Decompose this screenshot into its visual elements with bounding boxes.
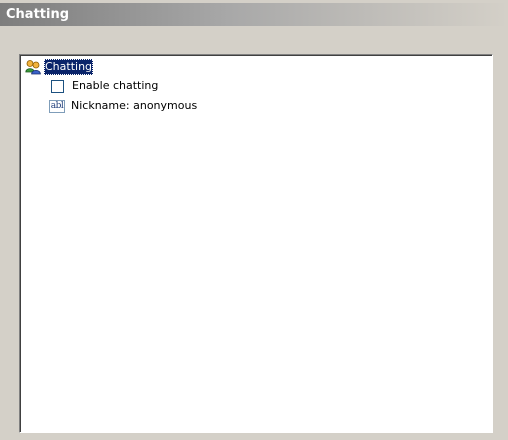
tree-root-label[interactable]: Chatting	[44, 59, 94, 75]
nickname-label[interactable]: Nickname: anonymous	[71, 99, 197, 113]
enable-chatting-checkbox[interactable]	[51, 79, 64, 93]
enable-chatting-label[interactable]: Enable chatting	[72, 79, 158, 93]
users-icon	[25, 59, 41, 75]
section-title: Chatting	[6, 7, 70, 22]
settings-tree[interactable]: Chatting Enable chatting abl Nickname: a…	[19, 54, 493, 433]
tree-root-item[interactable]: Chatting	[25, 59, 94, 75]
text-field-icon: abl	[49, 99, 65, 113]
nickname-item[interactable]: abl Nickname: anonymous	[49, 98, 197, 114]
section-header: Chatting	[0, 3, 508, 26]
enable-chatting-item[interactable]: Enable chatting	[49, 78, 158, 94]
